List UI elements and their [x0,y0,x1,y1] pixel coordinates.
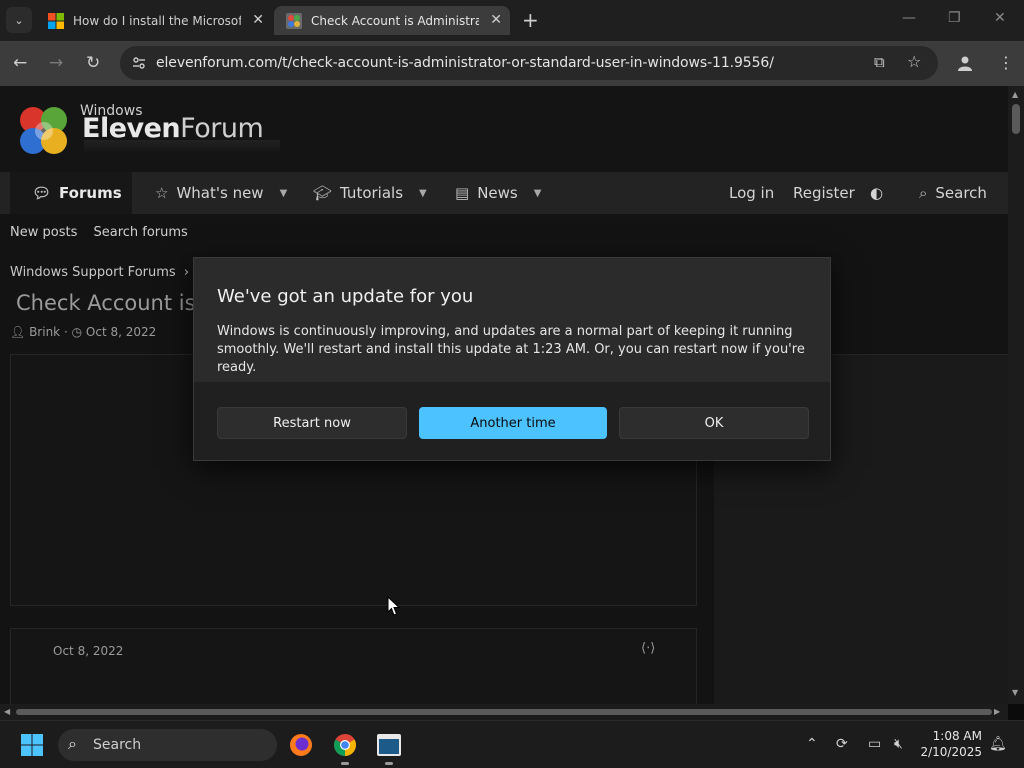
page-title: Check Account is A [16,291,217,315]
horizontal-scrollbar[interactable]: ◀ ▶ [0,704,1008,720]
menu-kebab-icon[interactable]: ⋮ [998,53,1014,72]
search-icon: ⌕ [919,184,928,202]
thread-meta: 👤︎ Brink · ◷ Oct 8, 2022 [10,325,156,339]
elevenforum-favicon-icon [286,12,302,29]
restore-icon[interactable]: ❐ [948,10,961,26]
chevron-down-icon[interactable]: ▼ [280,188,288,199]
site-nav: 💬︎ Forums ☆ What's new ▼ 🎓︎ Tutorials ▼ … [0,172,1008,214]
site-info-icon[interactable] [132,56,146,70]
forward-arrow-icon[interactable]: → [49,53,63,73]
ok-button[interactable]: OK [619,407,809,439]
minimize-icon[interactable]: — [902,10,916,26]
dialog-title: We've got an update for you [217,286,474,307]
tab-title: How do I install the Microsoft S [73,13,241,28]
nav-forums[interactable]: 💬︎ Forums [10,172,132,214]
nav-tutorials[interactable]: 🎓︎ Tutorials ▼ [313,172,427,214]
chevron-down-icon[interactable]: ▼ [534,188,542,199]
site-header: Windows ElevenForum [0,86,1008,172]
app-window-icon[interactable] [377,734,401,756]
profile-icon[interactable] [957,55,973,71]
clock-date: 2/10/2025 [920,745,982,759]
close-tab-icon[interactable]: ✕ [490,12,502,28]
sub-nav: New posts Search forums [10,225,188,240]
taskbar: ⌕ Search ⌃ ⟳ ▭ 🔇︎ 1:08 AM 2/10/2025 🔔︎ [0,720,1024,768]
chrome-icon[interactable] [333,733,357,757]
clock-time: 1:08 AM [932,729,982,743]
app-running-indicator [385,762,393,765]
breadcrumb: Windows Support Forums › Tu [10,265,214,280]
nav-register[interactable]: Register [793,172,855,214]
install-app-icon[interactable]: ⧉ [874,53,885,71]
chrome-running-indicator [341,762,349,765]
graduation-cap-icon: 🎓︎ [313,184,333,202]
restart-now-button[interactable]: Restart now [217,407,407,439]
tab-search-button[interactable]: ⌄ [6,7,32,33]
search-icon: ⌕ [68,734,77,753]
notification-bell-icon[interactable]: 🔔︎ [989,736,1007,752]
user-icon: 👤︎ [10,325,26,339]
firefox-icon[interactable] [289,733,313,757]
nav-forums-label: Forums [59,184,122,202]
vertical-scrollbar[interactable]: ▲ ▼ [1008,86,1024,704]
close-tab-icon[interactable]: ✕ [252,12,264,28]
windows-orb-logo-icon [20,107,67,154]
address-bar[interactable]: elevenforum.com/t/check-account-is-admin… [120,46,938,80]
update-sync-icon[interactable]: ⟳ [836,736,848,752]
tab-check-account[interactable]: Check Account is Administrator ✕ [274,6,510,35]
post-date[interactable]: Oct 8, 2022 [53,644,123,658]
star-icon: ☆ [155,184,169,202]
browser-toolbar: ← → ↻ elevenforum.com/t/check-account-is… [0,41,1024,86]
url-text: elevenforum.com/t/check-account-is-admin… [156,55,774,71]
newspaper-icon: ▤ [455,184,470,202]
clock-icon: ◷ [71,325,83,339]
scroll-left-icon[interactable]: ◀ [4,707,10,716]
nav-news-label: News [477,184,518,202]
thread-date[interactable]: Oct 8, 2022 [86,325,156,339]
chevron-up-icon[interactable]: ⌃ [806,736,818,752]
close-window-icon[interactable]: ✕ [994,10,1006,26]
post-item: Oct 8, 2022 ⟨⋅⟩ [10,628,697,704]
nav-search-label: Search [935,184,987,202]
nav-login[interactable]: Log in [729,172,774,214]
nav-search[interactable]: ⌕ Search [919,172,987,214]
thread-author[interactable]: Brink [29,325,60,339]
new-posts-link[interactable]: New posts [10,225,77,240]
dialog-message: Windows is continuously improving, and u… [217,324,805,375]
reload-icon[interactable]: ↻ [86,53,100,73]
meta-separator: · [63,325,68,339]
scroll-thumb[interactable] [1012,104,1020,134]
volume-muted-icon[interactable]: 🔇︎ [894,736,903,752]
breadcrumb-item[interactable]: Windows Support Forums [10,265,176,280]
nav-tutorials-label: Tutorials [340,184,404,202]
chat-bubbles-icon: 💬︎ [32,184,52,202]
tab-title: Check Account is Administrator [311,13,479,28]
scroll-up-icon[interactable]: ▲ [1012,90,1018,99]
update-dialog: We've got an update for you Windows is c… [193,257,831,461]
windows-start-icon[interactable] [21,734,43,756]
new-tab-button[interactable]: + [522,8,539,32]
nav-whats-new-label: What's new [176,184,264,202]
back-arrow-icon[interactable]: ← [13,53,27,73]
chevron-down-icon[interactable]: ▼ [419,188,427,199]
scroll-down-icon[interactable]: ▼ [1012,688,1018,697]
share-icon[interactable]: ⟨⋅⟩ [641,641,655,656]
taskbar-search[interactable]: ⌕ Search [58,729,277,761]
bookmark-star-icon[interactable]: ☆ [907,52,921,71]
taskbar-search-label: Search [93,737,142,753]
scroll-thumb-h[interactable] [16,709,992,715]
tab-microsoft-store[interactable]: How do I install the Microsoft S ✕ [36,6,272,35]
mouse-cursor-icon [387,596,400,616]
tab-strip: ⌄ How do I install the Microsoft S ✕ Che… [0,0,1024,41]
theme-toggle-icon[interactable]: ◐ [870,172,883,214]
network-icon[interactable]: ▭ [868,736,881,752]
nav-whats-new[interactable]: ☆ What's new ▼ [155,172,287,214]
scroll-right-icon[interactable]: ▶ [994,707,1000,716]
breadcrumb-separator-icon: › [183,265,190,280]
logo-reflection [84,140,280,154]
another-time-button[interactable]: Another time [419,407,607,439]
microsoft-logo-icon [48,12,64,29]
nav-news[interactable]: ▤ News ▼ [455,172,541,214]
clock[interactable]: 1:08 AM 2/10/2025 [920,728,982,760]
search-forums-link[interactable]: Search forums [93,225,187,240]
